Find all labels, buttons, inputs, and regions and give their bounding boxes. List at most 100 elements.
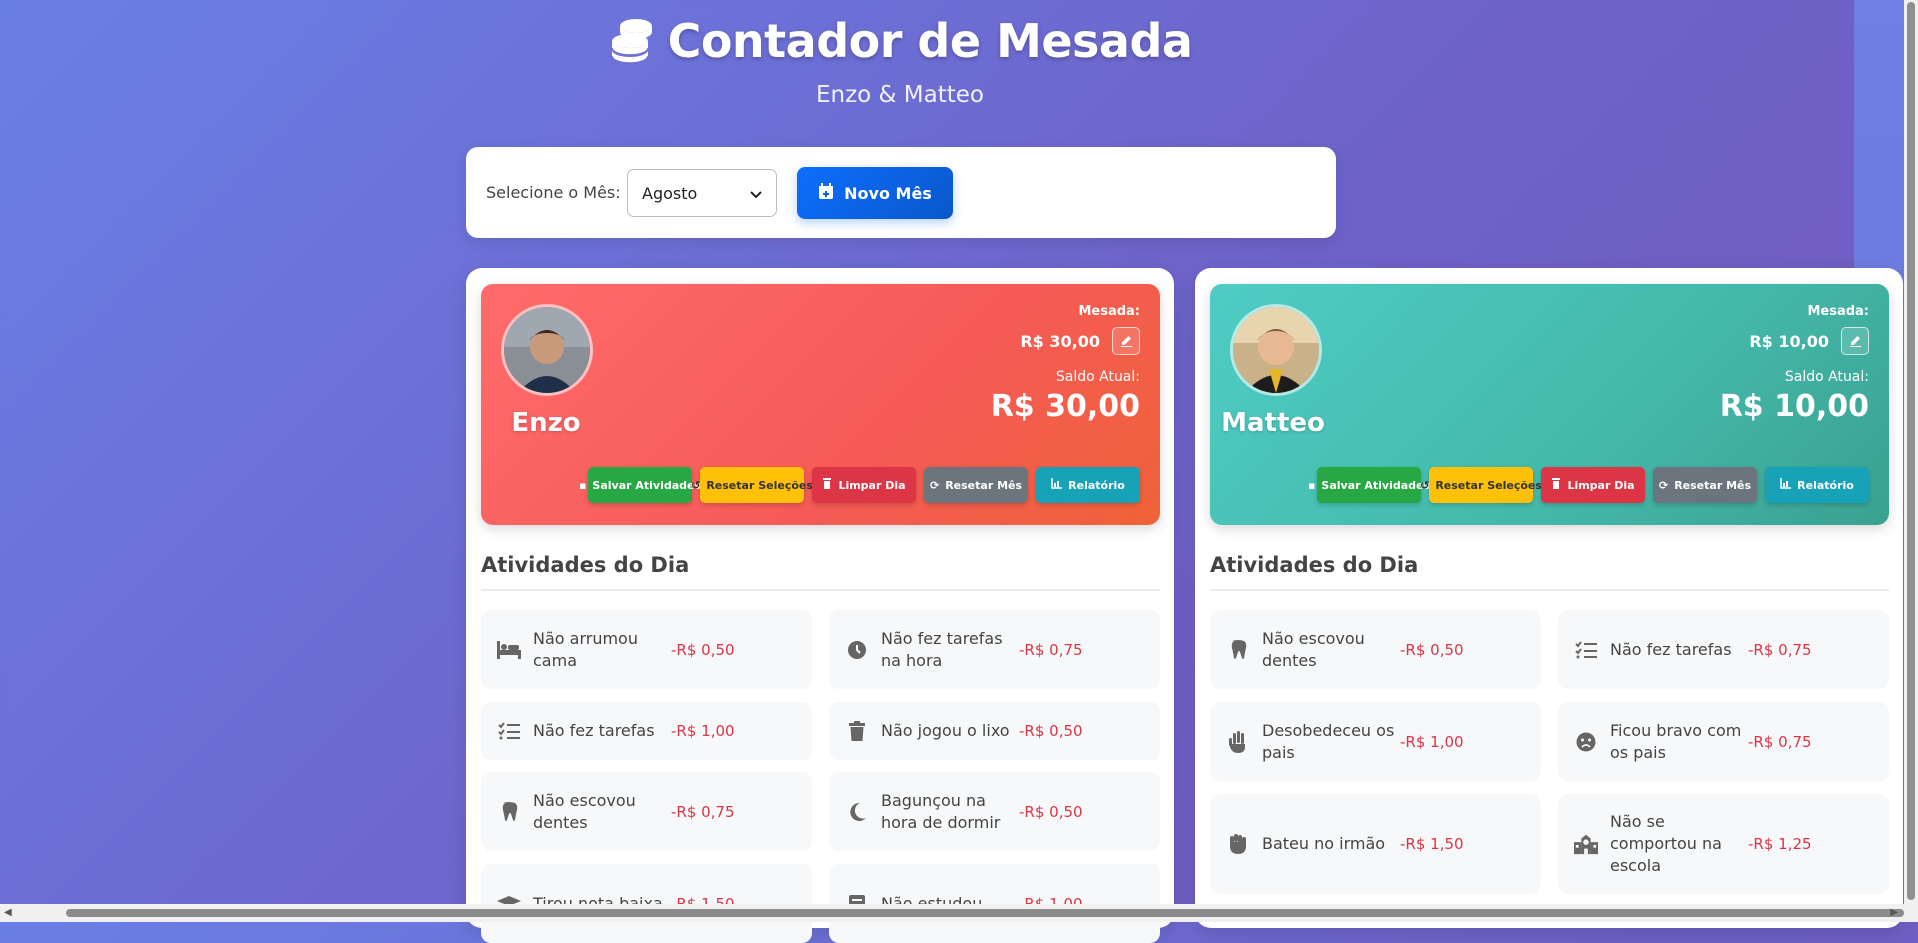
activity-label: Não jogou o lixo	[881, 721, 1010, 740]
trash-icon	[1551, 478, 1561, 492]
trash-icon	[845, 719, 869, 743]
report-button[interactable]: Relatório	[1765, 467, 1869, 503]
activity-penalty: -R$ 0,50	[1019, 722, 1083, 740]
child-panel-matteo: Matteo Mesada: R$ 10,00 Saldo Atual: R$ …	[1195, 268, 1903, 928]
edit-mesada-button[interactable]	[1112, 327, 1140, 355]
avatar	[501, 304, 593, 396]
report-button[interactable]: Relatório	[1036, 467, 1140, 503]
horizontal-scrollbar[interactable]: ◀ ▶	[0, 904, 1918, 922]
reset-month-button[interactable]: ⟳ Resetar Mês	[1653, 467, 1757, 503]
new-month-label: Novo Mês	[844, 183, 932, 203]
activity-item[interactable]: Não se comportou na escola -R$ 1,25	[1558, 794, 1889, 894]
activity-item[interactable]: Desobedeceu os pais -R$ 1,00	[1210, 702, 1541, 781]
activity-item[interactable]: Não escovou dentes -R$ 0,50	[1210, 610, 1541, 689]
school-icon	[1574, 832, 1598, 856]
activity-penalty: -R$ 1,00	[1400, 732, 1464, 751]
child-panel-enzo: Enzo Mesada: R$ 30,00 Saldo Atual: R$ 30…	[466, 268, 1174, 943]
save-activities-button[interactable]: ▪ Salvar Atividades	[579, 467, 701, 503]
activity-label: Não arrumou cama	[533, 628, 638, 670]
activity-penalty: -R$ 0,50	[671, 640, 735, 659]
chart-icon	[1780, 478, 1792, 492]
saldo-label: Saldo Atual:	[1055, 369, 1140, 385]
activity-label: Não fez tarefas na hora	[881, 628, 1003, 670]
edit-mesada-button[interactable]	[1841, 327, 1869, 355]
tasks-icon	[497, 719, 521, 743]
activity-item[interactable]: Bagunçou na hora de dormir -R$ 0,50	[829, 772, 1160, 851]
activity-item[interactable]: Bateu no irmão -R$ 1,50	[1210, 794, 1541, 894]
activity-item[interactable]: Não arrumou cama -R$ 0,50	[481, 610, 812, 689]
activity-penalty: -R$ 0,50	[1019, 802, 1083, 821]
mesada-value: R$ 30,00	[1020, 331, 1100, 351]
activity-penalty: -R$ 1,50	[1400, 835, 1464, 853]
activity-label: Não fez tarefas	[533, 721, 655, 740]
page-title: Contador de Mesada	[667, 14, 1193, 68]
activity-item[interactable]: Ficou bravo com os pais -R$ 0,75	[1558, 702, 1889, 781]
mesada-value: R$ 10,00	[1749, 331, 1829, 351]
clear-day-button[interactable]: Limpar Dia	[812, 467, 916, 503]
vertical-scrollbar[interactable]	[1904, 0, 1918, 904]
undo-icon: ↺	[1420, 478, 1430, 492]
month-select-value: Agosto	[642, 183, 698, 203]
section-title: Atividades do Dia	[1210, 553, 1889, 591]
activity-label: Não se comportou na escola	[1610, 812, 1722, 875]
child-name: Enzo	[511, 408, 581, 438]
mesada-label: Mesada:	[1807, 304, 1869, 319]
child-header-matteo: Matteo Mesada: R$ 10,00 Saldo Atual: R$ …	[1210, 284, 1889, 525]
scroll-left-icon[interactable]: ◀	[4, 907, 12, 918]
month-select[interactable]: Agosto	[627, 169, 777, 217]
scroll-right-icon[interactable]: ▶	[1890, 907, 1898, 918]
new-month-button[interactable]: Novo Mês	[797, 167, 953, 219]
activity-penalty: -R$ 0,75	[671, 802, 735, 821]
calendar-plus-icon	[818, 182, 834, 204]
activity-label: Bagunçou na hora de dormir	[881, 790, 1001, 832]
moon-icon	[845, 800, 869, 824]
avatar	[1230, 304, 1322, 396]
edit-icon	[1849, 332, 1862, 351]
app-header: Contador de Mesada Enzo & Matteo	[466, 0, 1334, 108]
activity-label: Não fez tarefas	[1610, 639, 1732, 659]
saldo-value: R$ 10,00	[1719, 389, 1869, 424]
activity-item[interactable]: Não escovou dentes -R$ 0,75	[481, 772, 812, 851]
sync-icon: ⟳	[929, 478, 940, 492]
activity-label: Não escovou dentes	[533, 790, 636, 832]
activity-label: Ficou bravo com os pais	[1610, 720, 1742, 762]
child-header-enzo: Enzo Mesada: R$ 30,00 Saldo Atual: R$ 30…	[481, 284, 1160, 525]
section-title: Atividades do Dia	[481, 553, 1160, 591]
reset-selections-button[interactable]: ↺ Resetar Seleções	[691, 467, 813, 503]
hand-icon	[1226, 730, 1250, 754]
edit-icon	[1120, 332, 1133, 351]
clear-day-button[interactable]: Limpar Dia	[1541, 467, 1645, 503]
activity-item[interactable]: Não jogou o lixo -R$ 0,50	[829, 702, 1160, 760]
fist-icon	[1226, 832, 1250, 856]
tasks-icon	[1574, 638, 1598, 662]
sync-icon: ⟳	[1658, 478, 1669, 492]
save-activities-button[interactable]: ▪ Salvar Atividades	[1308, 467, 1430, 503]
activity-penalty: -R$ 0,75	[1748, 732, 1812, 751]
mesada-label: Mesada:	[1078, 304, 1140, 319]
trash-icon	[822, 478, 832, 492]
child-name: Matteo	[1221, 408, 1325, 438]
chart-icon	[1051, 478, 1063, 492]
activity-label: Desobedeceu os pais	[1262, 720, 1395, 762]
page-subtitle: Enzo & Matteo	[815, 82, 984, 108]
tooth-icon	[497, 800, 521, 824]
activity-penalty: -R$ 1,25	[1748, 835, 1812, 853]
month-label: Selecione o Mês:	[486, 183, 621, 202]
saldo-value: R$ 30,00	[990, 389, 1140, 424]
clock-icon	[845, 638, 869, 662]
activity-penalty: -R$ 1,00	[671, 722, 735, 740]
reset-month-button[interactable]: ⟳ Resetar Mês	[924, 467, 1028, 503]
activity-label: Bateu no irmão	[1262, 834, 1386, 853]
reset-selections-button[interactable]: ↺ Resetar Seleções	[1420, 467, 1542, 503]
activity-item[interactable]: Não fez tarefas -R$ 1,00	[481, 702, 812, 760]
activity-item[interactable]: Não fez tarefas na hora -R$ 0,75	[829, 610, 1160, 689]
activity-penalty: -R$ 0,50	[1400, 640, 1464, 659]
activity-item[interactable]: Não fez tarefas -R$ 0,75	[1558, 610, 1889, 689]
coins-icon	[608, 14, 658, 68]
angry-face-icon	[1574, 730, 1598, 754]
chevron-down-icon	[750, 184, 762, 203]
month-selector-card: Selecione o Mês: Agosto Novo Mês	[466, 147, 1336, 238]
activity-penalty: -R$ 0,75	[1019, 640, 1083, 659]
bed-icon	[497, 638, 521, 662]
activity-penalty: -R$ 0,75	[1748, 640, 1812, 659]
